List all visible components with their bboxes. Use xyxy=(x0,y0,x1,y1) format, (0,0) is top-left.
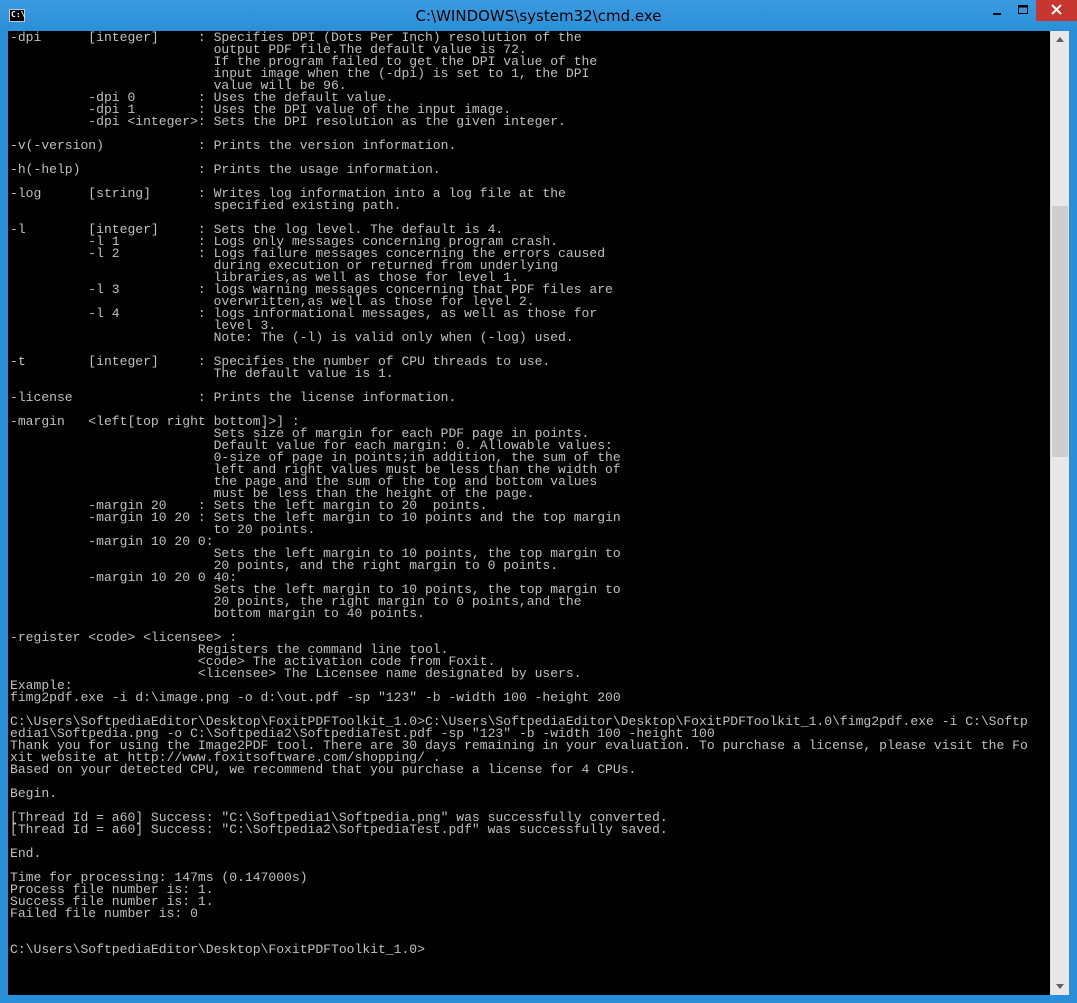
scrollbar-thumb[interactable] xyxy=(1052,206,1068,458)
title-bar[interactable]: C:\ C:\WINDOWS\system32\cmd.exe xyxy=(0,0,1077,32)
maximize-icon xyxy=(1018,5,1028,14)
minimize-button[interactable] xyxy=(984,0,1010,21)
console-output[interactable]: -dpi [integer] : Specifies DPI (Dots Per… xyxy=(8,31,1050,995)
scroll-up-arrow-icon xyxy=(1056,37,1064,42)
window-title: C:\WINDOWS\system32\cmd.exe xyxy=(415,7,662,25)
scroll-down-arrow-icon xyxy=(1056,984,1064,989)
minimize-icon xyxy=(993,13,1001,15)
close-icon xyxy=(1051,4,1062,15)
console-text: -dpi [integer] : Specifies DPI (Dots Per… xyxy=(10,31,1028,957)
scroll-up-button[interactable] xyxy=(1051,31,1069,48)
cmd-window: C:\ C:\WINDOWS\system32\cmd.exe -dpi [in… xyxy=(0,0,1077,1003)
vertical-scrollbar[interactable] xyxy=(1050,31,1069,995)
console-client-area[interactable]: -dpi [integer] : Specifies DPI (Dots Per… xyxy=(8,31,1069,995)
scroll-down-button[interactable] xyxy=(1051,978,1069,995)
maximize-button[interactable] xyxy=(1010,0,1036,21)
close-button[interactable] xyxy=(1036,0,1077,21)
